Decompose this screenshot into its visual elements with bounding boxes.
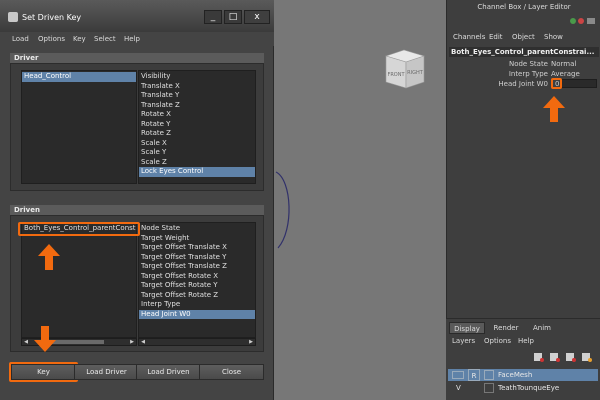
key-button-highlight [9, 362, 78, 382]
up-arrow-icon [543, 96, 565, 122]
list-item[interactable]: Visibility [139, 72, 255, 82]
layer-reference-toggle[interactable] [468, 382, 480, 394]
driver-section-header[interactable]: Driver [10, 53, 264, 63]
driven-section-header[interactable]: Driven [10, 205, 264, 215]
list-item[interactable]: Interp Type [139, 300, 255, 310]
list-item[interactable]: Node State [139, 224, 255, 234]
attr-field-head-joint-w0[interactable] [561, 79, 597, 88]
viewcube-front-label: FRONT [387, 72, 405, 78]
cb-menu-object[interactable]: Object [512, 33, 535, 41]
set-driven-key-dialog: Set Driven Key _ □ x Load Options Key Se… [0, 0, 274, 400]
scroll-right-icon[interactable]: ▶ [247, 339, 255, 345]
dialog-menubar: Load Options Key Select Help [0, 32, 274, 46]
scroll-right-icon[interactable]: ▶ [128, 339, 136, 345]
maximize-button[interactable]: □ [224, 10, 242, 24]
layer-name[interactable]: TeathTounqueEye [498, 382, 559, 394]
up-arrow-icon [38, 244, 60, 270]
driver-attribute-list[interactable]: Visibility Translate X Translate Y Translat… [138, 70, 256, 184]
tab-display[interactable]: Display [449, 322, 485, 334]
layer-name[interactable]: FaceMesh [498, 369, 532, 381]
dialog-title: Set Driven Key [22, 13, 82, 22]
list-item[interactable]: Scale Z [139, 158, 255, 168]
driven-object-highlight [18, 222, 140, 236]
dialog-titlebar[interactable]: Set Driven Key _ □ x [0, 0, 274, 32]
control-curve [275, 171, 290, 249]
menu-options[interactable]: Options [38, 35, 65, 43]
list-item[interactable]: Rotate X [139, 110, 255, 120]
driver-panel: Head_Control Visibility Translate X Transl… [10, 63, 264, 191]
close-button[interactable]: Close [199, 364, 264, 380]
menu-help[interactable]: Help [124, 35, 140, 43]
channel-box-title: Channel Box / Layer Editor [477, 3, 571, 11]
viewcube[interactable]: FRONT RIGHT [382, 46, 428, 92]
load-driver-button[interactable]: Load Driver [74, 364, 139, 380]
attr-value-interp-type[interactable]: Average [551, 70, 580, 78]
layer-editor: Display Render Anim Layers Options Help … [446, 318, 600, 400]
list-item[interactable]: Target Offset Rotate Z [139, 291, 255, 301]
layer-visibility-toggle[interactable] [452, 371, 464, 379]
list-item[interactable]: Target Offset Rotate Y [139, 281, 255, 291]
list-item[interactable]: Translate Y [139, 91, 255, 101]
layer-toolbar-icons[interactable] [532, 351, 596, 363]
layer-reference-toggle[interactable]: R [468, 369, 480, 381]
layer-color-swatch[interactable] [484, 383, 494, 393]
list-item[interactable]: Target Offset Rotate X [139, 272, 255, 282]
driver-object-list[interactable]: Head_Control [21, 70, 137, 184]
list-item[interactable]: Rotate Z [139, 129, 255, 139]
list-item[interactable]: Target Offset Translate Z [139, 262, 255, 272]
list-item[interactable]: Target Weight [139, 234, 255, 244]
viewcube-right-label: RIGHT [407, 70, 424, 76]
list-item[interactable]: Scale X [139, 139, 255, 149]
driven-attribute-list[interactable]: Node State Target Weight Target Offset Tra… [138, 222, 256, 338]
attr-label-interp-type: Interp Type [508, 70, 548, 78]
load-driven-button[interactable]: Load Driven [136, 364, 201, 380]
down-arrow-icon [34, 326, 56, 352]
channel-box-object-name[interactable]: Both_Eyes_Control_parentConstrai... [449, 47, 599, 57]
cb-menu-edit[interactable]: Edit [489, 33, 503, 41]
tab-anim[interactable]: Anim [526, 322, 558, 334]
attr-label-node-state: Node State [508, 60, 548, 68]
list-item[interactable]: Translate X [139, 82, 255, 92]
list-item[interactable]: Target Offset Translate X [139, 243, 255, 253]
channel-box-toolbar-icons[interactable] [567, 15, 599, 27]
layer-row[interactable]: V TeathTounqueEye [448, 382, 598, 394]
menu-key[interactable]: Key [73, 35, 86, 43]
window-close-button[interactable]: x [244, 10, 270, 24]
layer-color-swatch[interactable] [484, 370, 494, 380]
layer-menu-help[interactable]: Help [518, 337, 534, 345]
driven-object-list[interactable]: Both_Eyes_Control_parentConstrai [21, 222, 137, 338]
tab-render[interactable]: Render [488, 322, 524, 334]
list-item[interactable]: Head_Control [22, 72, 136, 82]
list-item[interactable]: Lock Eyes Control [139, 167, 255, 177]
maya-app-icon [8, 12, 18, 22]
cb-menu-show[interactable]: Show [544, 33, 563, 41]
layer-menu-layers[interactable]: Layers [452, 337, 475, 345]
list-item[interactable]: Scale Y [139, 148, 255, 158]
menu-load[interactable]: Load [12, 35, 29, 43]
driven-attrs-scrollbar[interactable]: ◀ ▶ [138, 338, 256, 346]
attr-value-node-state[interactable]: Normal [551, 60, 576, 68]
list-item[interactable]: Target Offset Translate Y [139, 253, 255, 263]
minimize-button[interactable]: _ [204, 10, 222, 24]
list-item[interactable]: Rotate Y [139, 120, 255, 130]
layer-visibility-toggle[interactable]: V [456, 382, 461, 394]
list-item[interactable]: Head Joint W0 [139, 309, 255, 319]
scroll-left-icon[interactable]: ◀ [22, 339, 30, 345]
scroll-left-icon[interactable]: ◀ [139, 339, 147, 345]
list-item[interactable]: Translate Z [139, 101, 255, 111]
layer-row[interactable]: R FaceMesh [448, 369, 598, 381]
attr-label-head-joint-w0: Head Joint W0 [498, 80, 548, 88]
head-joint-value-highlight [551, 78, 562, 89]
menu-select[interactable]: Select [94, 35, 116, 43]
layer-menu-options[interactable]: Options [484, 337, 511, 345]
cb-menu-channels[interactable]: Channels [453, 33, 485, 41]
